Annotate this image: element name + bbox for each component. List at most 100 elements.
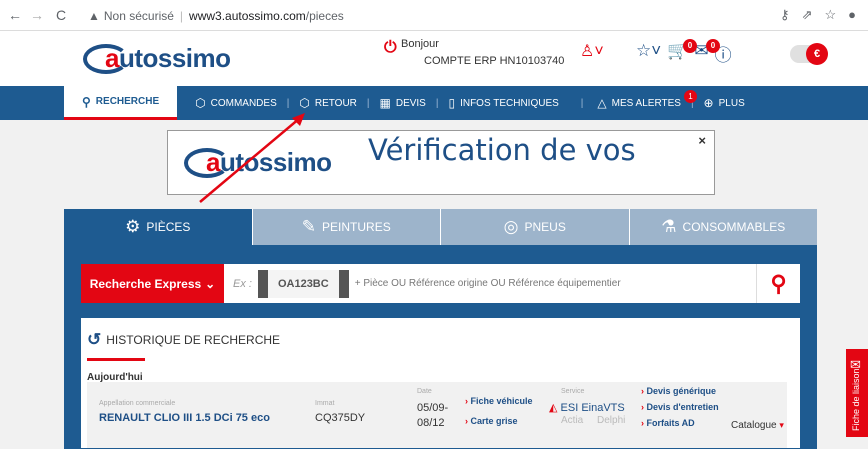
nav-recherche-label: RECHERCHE (95, 96, 160, 107)
search-history: ↺ HISTORIQUE DE RECHERCHE Aujourd'hui Ap… (81, 318, 800, 448)
forfaits-ad-link[interactable]: Forfaits AD (641, 418, 695, 428)
nav-recherche[interactable]: ⚲ RECHERCHE (64, 86, 178, 120)
search-panel: ⚙ PIÈCES ✎ PEINTURES ◎ PNEUS ⚗ CONSOMMAB… (64, 209, 817, 449)
currency-toggle[interactable]: € (790, 43, 828, 65)
user-icon[interactable]: ♙˅ (580, 41, 604, 61)
nav-mes-alertes[interactable]: △ MES ALERTES (583, 86, 691, 120)
catalogue-label: Catalogue (731, 420, 777, 431)
cart-badge: 0 (683, 39, 697, 53)
browser-toolbar: ← → C ▲ Non sécurisé | www3.autossimo.co… (0, 0, 868, 31)
esi-icon: ◭ (549, 402, 558, 414)
appellation-label: Appellation commerciale (99, 400, 176, 407)
nav-plus-label: PLUS (718, 97, 745, 109)
clipboard-icon: ▯ (448, 96, 456, 110)
immat-label: Immat (315, 400, 335, 407)
calendar-icon: ▦ (379, 96, 391, 110)
bottle-icon: ⚗ (661, 217, 677, 236)
key-icon[interactable]: ⚷ (780, 7, 790, 23)
history-entry[interactable]: Appellation commerciale RENAULT CLIO III… (87, 382, 787, 448)
tab-pneus[interactable]: ◎ PNEUS (441, 209, 630, 245)
account-name: COMPTE ERP HN10103740 (424, 55, 565, 67)
autossimo-logo[interactable]: autossimo (83, 43, 231, 74)
catalogue-dropdown[interactable]: Catalogue ▾ (731, 420, 784, 431)
mail-badge: 0 (706, 39, 720, 53)
side-tab-label: Fiche de liaison (851, 368, 861, 431)
warning-icon: △ (597, 96, 607, 110)
reload-button[interactable]: C (52, 7, 70, 23)
search-icon: ⚲ (82, 94, 91, 109)
tab-consommables-label: CONSOMMABLES (682, 220, 786, 234)
date-line2: 08/12 (417, 417, 445, 429)
tab-pieces[interactable]: ⚙ PIÈCES (64, 209, 253, 245)
url-separator: | (179, 9, 184, 23)
history-title: ↺ HISTORIQUE DE RECHERCHE (87, 330, 280, 350)
nav-infos-label: INFOS TECHNIQUES (460, 97, 559, 109)
chevron-down-icon: ⌄ (205, 276, 216, 291)
vehicle-name[interactable]: RENAULT CLIO III 1.5 DCi 75 eco (99, 412, 270, 424)
nav-retour[interactable]: ⬡ RETOUR (289, 86, 367, 120)
tab-pieces-label: PIÈCES (146, 220, 191, 234)
browser-actions: ⚷ ⇗ ☆ ● (780, 7, 856, 23)
site-header: autossimo ⏻ Bonjour COMPTE ERP HN1010374… (0, 31, 868, 86)
forward-button[interactable]: → (28, 7, 46, 23)
box-icon: ⬡ (299, 96, 310, 110)
share-icon[interactable]: ⇗ (802, 7, 813, 23)
search-input[interactable]: + Pièce OU Référence origine OU Référenc… (355, 278, 621, 289)
plate-edge (338, 269, 349, 298)
euro-icon: € (806, 43, 828, 65)
chevron-down-icon: ▾ (779, 420, 784, 430)
tab-pneus-label: PNEUS (524, 220, 566, 234)
search-example-label: Ex : (233, 277, 252, 290)
plate-example: OA123BC (257, 269, 349, 298)
banner-logo: autossimo (184, 147, 332, 178)
service-value[interactable]: ESI EinaVTS (561, 402, 625, 414)
immat-value: CQ375DY (315, 412, 366, 424)
address-bar[interactable]: ▲ Non sécurisé | www3.autossimo.com /pie… (88, 6, 788, 26)
back-button[interactable]: ← (6, 7, 24, 23)
plate-number: OA123BC (267, 269, 339, 298)
search-type-dropdown[interactable]: Recherche Express ⌄ (81, 264, 224, 303)
date-line1: 05/09- (417, 402, 449, 414)
product-tabs: ⚙ PIÈCES ✎ PEINTURES ◎ PNEUS ⚗ CONSOMMAB… (64, 209, 817, 245)
banner-logo-letter-a: a (206, 147, 220, 177)
tire-icon: ◎ (503, 217, 519, 236)
star-icon[interactable]: ☆ (824, 7, 836, 23)
nav-devis[interactable]: ▦ DEVIS (370, 86, 436, 120)
history-underline (87, 358, 145, 361)
warning-icon: ▲ (88, 9, 100, 23)
close-icon[interactable]: × (698, 133, 706, 148)
power-icon[interactable]: ⏻ (384, 39, 397, 57)
fiche-liaison-tab[interactable]: ✉ Fiche de liaison (846, 349, 868, 437)
logo-letter-a: a (105, 43, 119, 73)
logo-text: utossimo (118, 43, 231, 73)
url-path: /pieces (305, 9, 344, 23)
tab-consommables[interactable]: ⚗ CONSOMMABLES (629, 209, 817, 245)
devis-entretien-link[interactable]: Devis d'entretien (641, 402, 719, 412)
history-title-text: HISTORIQUE DE RECHERCHE (106, 333, 281, 347)
banner-logo-text: utossimo (219, 147, 332, 177)
tab-peintures[interactable]: ✎ PEINTURES (252, 209, 441, 245)
security-warning: Non sécurisé (103, 9, 174, 23)
alerts-badge: 1 (684, 90, 697, 103)
service-label: Service (561, 388, 585, 395)
fiche-vehicule-link[interactable]: Fiche véhicule (465, 396, 533, 406)
plus-circle-icon: ⊕ (703, 96, 714, 110)
date-label: Date (417, 388, 432, 395)
url-host: www3.autossimo.com (189, 9, 306, 23)
carte-grise-link[interactable]: Carte grise (465, 416, 518, 426)
nav-plus[interactable]: ⊕ PLUS (694, 86, 755, 120)
nav-infos-techniques[interactable]: ▯ INFOS TECHNIQUES (438, 86, 568, 120)
express-search: Recherche Express ⌄ Ex : OA123BC + Pièce… (81, 264, 800, 303)
nav-commandes[interactable]: ⬡ COMMANDES (185, 86, 287, 120)
plate-edge (257, 269, 268, 298)
search-button[interactable]: ⚲ (756, 264, 800, 303)
paint-icon: ✎ (301, 217, 317, 236)
search-icon: ⚲ (770, 270, 787, 296)
service-actia[interactable]: Actia (561, 415, 583, 426)
service-delphi[interactable]: Delphi (597, 415, 625, 426)
devis-generique-link[interactable]: Devis générique (641, 386, 717, 396)
tab-peintures-label: PEINTURES (322, 220, 391, 234)
main-navbar: ⚲ RECHERCHE ⬡ COMMANDES | ⬡ RETOUR | ▦ D… (0, 86, 868, 120)
profile-icon[interactable]: ● (848, 7, 856, 23)
favorites-star-icon[interactable]: ☆˅ (636, 41, 661, 66)
